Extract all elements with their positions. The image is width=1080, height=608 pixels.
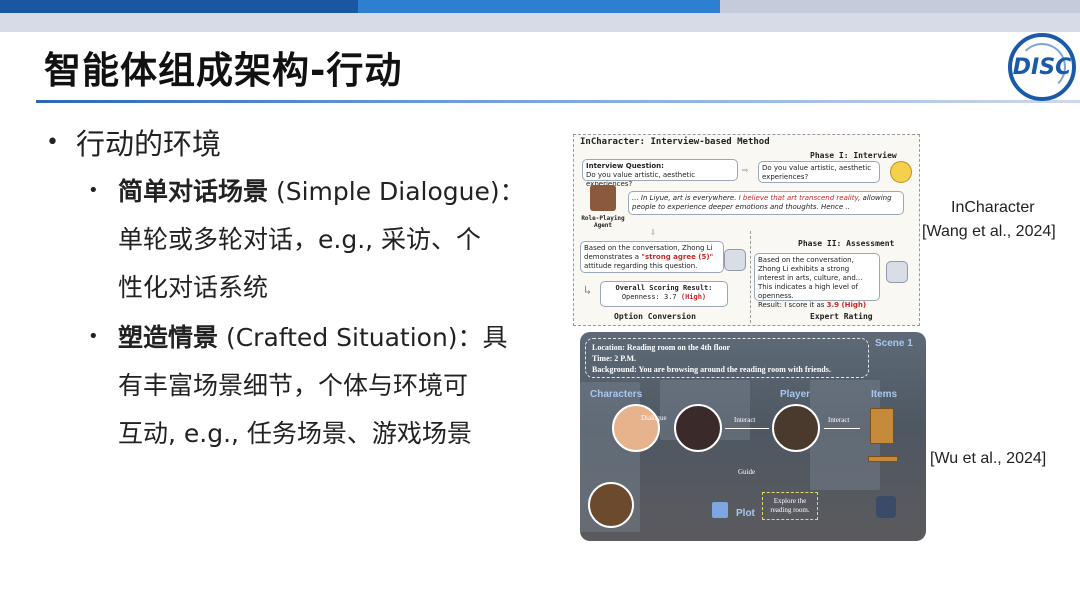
item-line: 性化对话系统 — [118, 273, 269, 302]
question-repeat-box: Do you value artistic, aesthetic experie… — [758, 161, 880, 183]
top-banner — [0, 0, 1080, 32]
option-conversion-box: Based on the conversation, Zhong Li demo… — [580, 241, 724, 273]
interviewer-emoji-icon — [890, 161, 912, 183]
banner-segment-dark — [0, 0, 358, 13]
caption-incharacter: InCharacter — [951, 199, 1035, 216]
question-label: Interview Question: — [586, 162, 664, 170]
scene-background: Background: You are browsing around the … — [592, 365, 831, 374]
expert-result-highlight: 3.9 (High) — [826, 301, 867, 309]
game-scene-figure: Location: Reading room on the 4th floor … — [580, 332, 926, 541]
overall-label: Overall Scoring Result: — [615, 284, 713, 292]
arrow-right-icon: ⇨ — [742, 165, 749, 176]
guide-label: Guide — [738, 468, 756, 476]
expert-result-pre: Result: I score it as — [758, 301, 827, 309]
bookshelf-item-icon — [870, 408, 894, 444]
item-line: 有丰富场景细节，个体与环境可 — [118, 371, 469, 400]
overall-value-highlight: (High) — [680, 293, 707, 301]
plot-box: Explore the reading room. — [762, 492, 818, 520]
items-heading: Items — [871, 389, 898, 400]
robot-icon — [724, 249, 746, 271]
answer-pre: ... In Liyue, art is everywhere. — [632, 194, 739, 202]
return-arrow-icon: ↳ — [584, 283, 592, 297]
item-rest: (Crafted Situation)：具 — [218, 323, 508, 352]
footer-expert-rating: Expert Rating — [810, 312, 873, 321]
interact-label-1: Interact — [734, 416, 756, 424]
logo-text: DISC — [1012, 55, 1072, 80]
item-rest: (Simple Dialogue)： — [268, 177, 525, 206]
player-heading: Player — [780, 389, 811, 400]
phase-divider — [750, 231, 751, 323]
character-shinichi-avatar — [674, 404, 722, 452]
banner-segment-light — [720, 0, 1080, 13]
plot-label: Plot — [736, 508, 755, 519]
title-underline — [36, 100, 1080, 103]
expert-robot-icon — [886, 261, 908, 283]
overall-value: Openness: 3.7 — [621, 293, 681, 301]
table-item-icon — [868, 456, 898, 462]
disc-logo: DISC — [1008, 33, 1076, 101]
question-box: Interview Question: Do you value artisti… — [582, 159, 738, 188]
bullet-dot-icon: • — [88, 180, 99, 201]
caption-wu-citation: [Wu et al., 2024] — [930, 450, 1047, 467]
caption-wang-citation: [Wang et al., 2024] — [922, 223, 1056, 240]
item-line: 互动, e.g., 任务场景、游戏场景 — [118, 419, 472, 448]
banner-segment-mid — [358, 0, 720, 13]
player-conan-avatar — [772, 404, 820, 452]
figure-title: InCharacter: Interview-based Method — [580, 137, 770, 147]
item-bold-label: 简单对话场景 — [118, 177, 269, 206]
interact-label-2: Interact — [828, 416, 850, 424]
agent-label: Role-Playing Agent — [581, 215, 625, 229]
item-bold-label: 塑造情景 — [118, 323, 219, 352]
scene-time: Time: 2 P.M. — [592, 354, 636, 363]
option-highlight: "strong agree (5)" — [641, 253, 714, 261]
scene-label: Scene 1 — [875, 338, 913, 349]
option-post: attitude regarding this question. — [584, 262, 698, 270]
phase-2-label: Phase II: Assessment — [798, 239, 895, 248]
bullet-main: 行动的环境 — [76, 127, 222, 161]
bullet-dot-icon: • — [46, 130, 59, 155]
scene-description-box: Location: Reading room on the 4th floor … — [585, 338, 869, 378]
list-item-crafted-situation: 塑造情景 (Crafted Situation)：具 有丰富场景细节，个体与环境… — [118, 314, 508, 458]
answer-highlight: I believe that art transcend reality — [738, 194, 859, 202]
footer-option-conversion: Option Conversion — [614, 312, 696, 321]
slide-title: 智能体组成架构-行动 — [44, 49, 403, 92]
expert-text: Based on the conversation, Zhong Li exhi… — [758, 256, 863, 300]
agent-avatar — [590, 185, 616, 211]
agent-answer-box: ... In Liyue, art is everywhere. I belie… — [628, 191, 904, 215]
plot-building-icon — [712, 502, 728, 518]
character-ran-avatar — [612, 404, 660, 452]
scene-location: Location: Reading room on the 4th floor — [592, 343, 731, 352]
interact-arrow — [725, 428, 769, 429]
list-item-simple-dialogue: 简单对话场景 (Simple Dialogue)： 单轮或多轮对话，e.g., … — [118, 168, 525, 312]
incharacter-figure: InCharacter: Interview-based Method Phas… — [573, 134, 920, 326]
question-repeat-text: Do you value artistic, aesthetic experie… — [762, 164, 872, 181]
arrow-down-icon: ⇩ — [650, 227, 657, 238]
item-line: 单轮或多轮对话，e.g., 采访、个 — [118, 225, 482, 254]
dialogue-label: Dialogue — [641, 414, 667, 422]
character-kogoro-avatar — [588, 482, 634, 528]
phase-1-label: Phase I: Interview — [810, 151, 897, 160]
characters-heading: Characters — [590, 389, 643, 400]
expert-rating-box: Based on the conversation, Zhong Li exhi… — [754, 253, 880, 309]
lamp-item-icon — [876, 496, 896, 518]
interact-arrow — [824, 428, 860, 429]
bullet-dot-icon: • — [88, 326, 99, 347]
overall-score-box: Overall Scoring Result: Openness: 3.7 (H… — [600, 281, 728, 307]
